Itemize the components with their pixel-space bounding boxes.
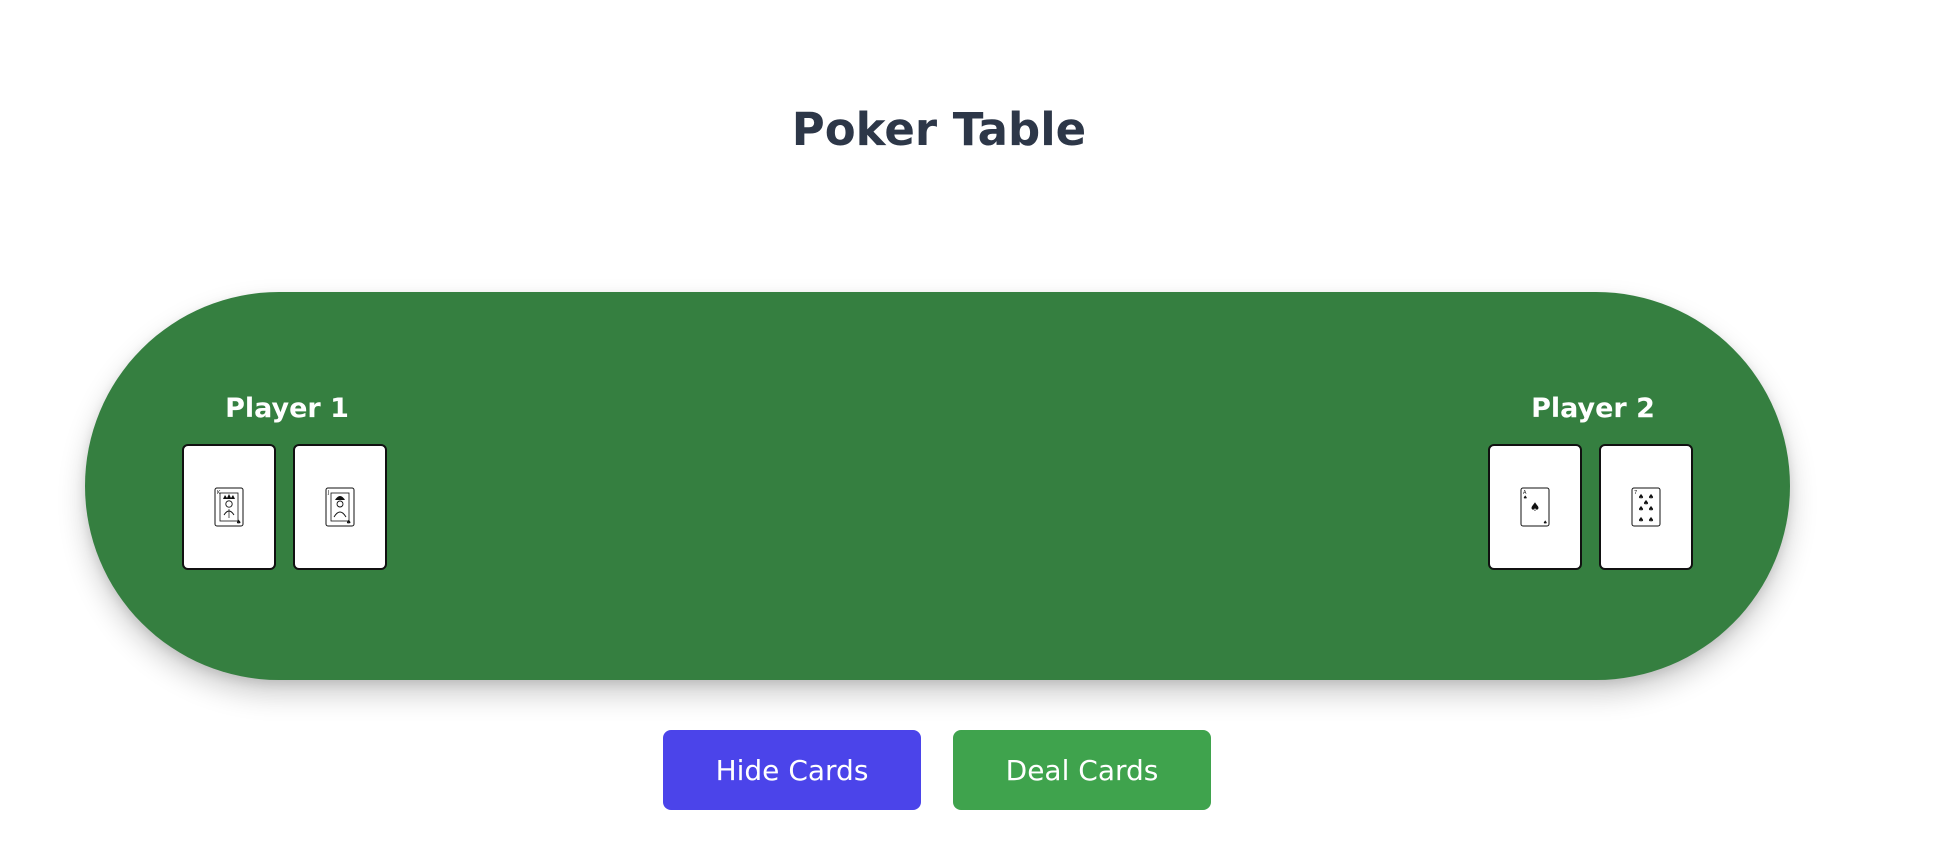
- svg-text:♠: ♠: [1523, 495, 1527, 501]
- player-name: Player 2: [1531, 393, 1655, 424]
- playing-card[interactable]: 7 ♠ ♠ ♠ ♠ ♠ ♠ ♠: [1599, 444, 1693, 570]
- svg-text:7: 7: [1634, 490, 1637, 496]
- svg-text:♠: ♠: [1648, 516, 1654, 524]
- svg-text:♠: ♠: [346, 519, 351, 526]
- player-name: Player 1: [225, 393, 349, 424]
- svg-text:♠: ♠: [236, 519, 241, 526]
- player-hand: A ♠ ♠ ♠ 7 ♠ ♠ ♠ ♠ ♠ ♠ ♠: [1488, 444, 1698, 570]
- king-of-spades-icon: K ♠: [214, 487, 244, 527]
- playing-card[interactable]: K ♠: [182, 444, 276, 570]
- svg-text:J: J: [327, 490, 329, 496]
- ace-of-spades-icon: A ♠ ♠ ♠: [1520, 487, 1550, 527]
- jack-of-spades-icon: J ♠: [325, 487, 355, 527]
- playing-card[interactable]: J ♠: [293, 444, 387, 570]
- deal-cards-button[interactable]: Deal Cards: [953, 730, 1211, 810]
- player-hand: K ♠ J ♠: [182, 444, 392, 570]
- svg-text:♠: ♠: [1543, 520, 1547, 526]
- poker-table: Player 1 K ♠ J ♠ Player 2 A ♠ ♠ ♠ 7 ♠ ♠ …: [85, 292, 1790, 680]
- player-seat-2: Player 2 A ♠ ♠ ♠ 7 ♠ ♠ ♠ ♠ ♠ ♠ ♠: [1488, 390, 1698, 570]
- playing-card[interactable]: A ♠ ♠ ♠: [1488, 444, 1582, 570]
- page-title: Poker Table: [791, 103, 1087, 156]
- svg-text:♠: ♠: [1638, 516, 1644, 524]
- table-controls: Hide Cards Deal Cards: [663, 730, 1211, 810]
- player-seat-1: Player 1 K ♠ J ♠: [182, 390, 392, 570]
- hide-cards-button[interactable]: Hide Cards: [663, 730, 921, 810]
- svg-text:♠: ♠: [1530, 500, 1541, 514]
- svg-text:♠: ♠: [1638, 505, 1644, 513]
- svg-text:♠: ♠: [1648, 505, 1654, 513]
- seven-of-spades-icon: 7 ♠ ♠ ♠ ♠ ♠ ♠ ♠: [1631, 487, 1661, 527]
